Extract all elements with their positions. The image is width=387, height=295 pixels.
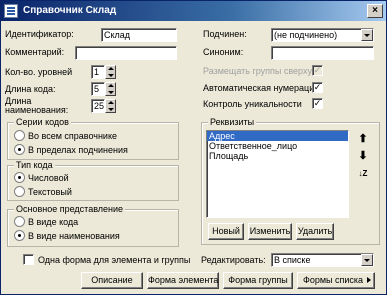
name-length-spinner[interactable] bbox=[105, 99, 116, 113]
editing-combo[interactable]: В списке bbox=[271, 253, 374, 267]
auto-numbering-checkbox[interactable]: ✓ bbox=[312, 82, 323, 93]
new-attribute-button[interactable]: Новый bbox=[208, 223, 244, 240]
uniqueness-label: Контроль уникальности bbox=[203, 99, 302, 109]
levels-field[interactable]: 1 bbox=[91, 65, 105, 79]
auto-numbering-label: Автоматическая нумерация bbox=[203, 83, 320, 93]
uniqueness-checkbox[interactable]: ✓ bbox=[312, 98, 323, 109]
code-type-numeric-label: Числовой bbox=[28, 173, 69, 183]
list-forms-button[interactable]: Формы списка bbox=[297, 272, 375, 289]
name-length-label: Длина наименования: bbox=[5, 96, 69, 115]
close-button[interactable]: × bbox=[367, 4, 383, 18]
list-item[interactable]: Адрес bbox=[207, 131, 348, 141]
code-series-group: Серии кодов Во всем справочнике В предел… bbox=[7, 117, 179, 160]
main-view-code-label: В виде кода bbox=[28, 217, 79, 227]
group-form-button[interactable]: Форма группы bbox=[223, 272, 293, 289]
main-view-name-radio[interactable] bbox=[14, 230, 25, 241]
code-type-title: Тип кода bbox=[14, 160, 55, 170]
name-length-field[interactable]: 25 bbox=[91, 99, 105, 113]
main-view-code-radio[interactable] bbox=[14, 216, 25, 227]
window-title: Справочник Склад bbox=[23, 5, 117, 16]
list-item[interactable]: Площадь bbox=[207, 151, 348, 161]
code-series-subordinate-label: В пределах подчинения bbox=[28, 145, 128, 155]
synonym-label: Синоним: bbox=[203, 47, 244, 57]
subordinate-value: (не подчинено) bbox=[274, 30, 338, 40]
chevron-down-icon[interactable] bbox=[361, 29, 373, 41]
attributes-list[interactable]: Адрес Ответственное_лицо Площадь bbox=[206, 130, 349, 218]
levels-label: Кол-во. уровней bbox=[5, 67, 73, 77]
main-view-title: Основное представление bbox=[14, 204, 126, 214]
code-length-label: Длина кода: bbox=[5, 84, 56, 94]
groups-top-label: Размещать группы сверху bbox=[203, 66, 312, 76]
code-series-all-radio[interactable] bbox=[14, 130, 25, 141]
main-view-name-label: В виде наименования bbox=[28, 231, 120, 241]
editing-value: В списке bbox=[274, 255, 311, 265]
move-down-icon[interactable]: ⬇ bbox=[355, 149, 371, 165]
comment-label: Комментарий: bbox=[5, 47, 65, 57]
move-up-icon[interactable]: ⬆ bbox=[355, 132, 371, 148]
identifier-field[interactable]: Склад bbox=[101, 28, 177, 42]
code-type-text-radio[interactable] bbox=[14, 186, 25, 197]
catalog-icon bbox=[4, 4, 18, 18]
comment-field[interactable] bbox=[75, 46, 177, 60]
attributes-title: Реквизиты bbox=[208, 117, 257, 127]
synonym-field[interactable] bbox=[271, 46, 374, 60]
attributes-group: Реквизиты Адрес Ответственное_лицо Площа… bbox=[201, 117, 380, 245]
main-view-group: Основное представление В виде кода В вид… bbox=[7, 204, 179, 247]
title-bar[interactable]: Справочник Склад × bbox=[1, 1, 386, 21]
subordinate-combo[interactable]: (не подчинено) bbox=[271, 28, 374, 42]
identifier-label: Идентификатор: bbox=[5, 29, 74, 39]
code-type-numeric-radio[interactable] bbox=[14, 172, 25, 183]
editing-label: Редактировать: bbox=[201, 255, 266, 265]
sort-icon[interactable]: ↓Z bbox=[355, 167, 371, 183]
chevron-right-icon bbox=[367, 277, 371, 283]
delete-attribute-button[interactable]: Удалить bbox=[296, 223, 334, 240]
code-length-spinner[interactable] bbox=[105, 82, 116, 96]
subordinate-label: Подчинен: bbox=[203, 29, 247, 39]
groups-top-checkbox: ✓ bbox=[312, 65, 323, 76]
dialog-window: Справочник Склад × Идентификатор: Склад … bbox=[0, 0, 387, 295]
levels-spinner[interactable] bbox=[105, 65, 116, 79]
one-form-checkbox[interactable] bbox=[23, 254, 34, 265]
code-length-field[interactable]: 5 bbox=[91, 82, 105, 96]
code-series-title: Серии кодов bbox=[14, 117, 71, 127]
element-form-button[interactable]: Форма элемента bbox=[147, 272, 219, 289]
edit-attribute-button[interactable]: Изменить bbox=[248, 223, 292, 240]
code-series-all-label: Во всем справочнике bbox=[28, 131, 117, 141]
list-item[interactable]: Ответственное_лицо bbox=[207, 141, 348, 151]
description-button[interactable]: Описание bbox=[81, 272, 143, 289]
code-series-subordinate-radio[interactable] bbox=[14, 144, 25, 155]
list-forms-label: Формы списка bbox=[303, 275, 364, 285]
code-type-group: Тип кода Числовой Текстовый bbox=[7, 160, 179, 201]
code-type-text-label: Текстовый bbox=[28, 187, 72, 197]
one-form-label: Одна форма для элемента и группы bbox=[38, 255, 191, 265]
chevron-down-icon[interactable] bbox=[361, 254, 373, 266]
